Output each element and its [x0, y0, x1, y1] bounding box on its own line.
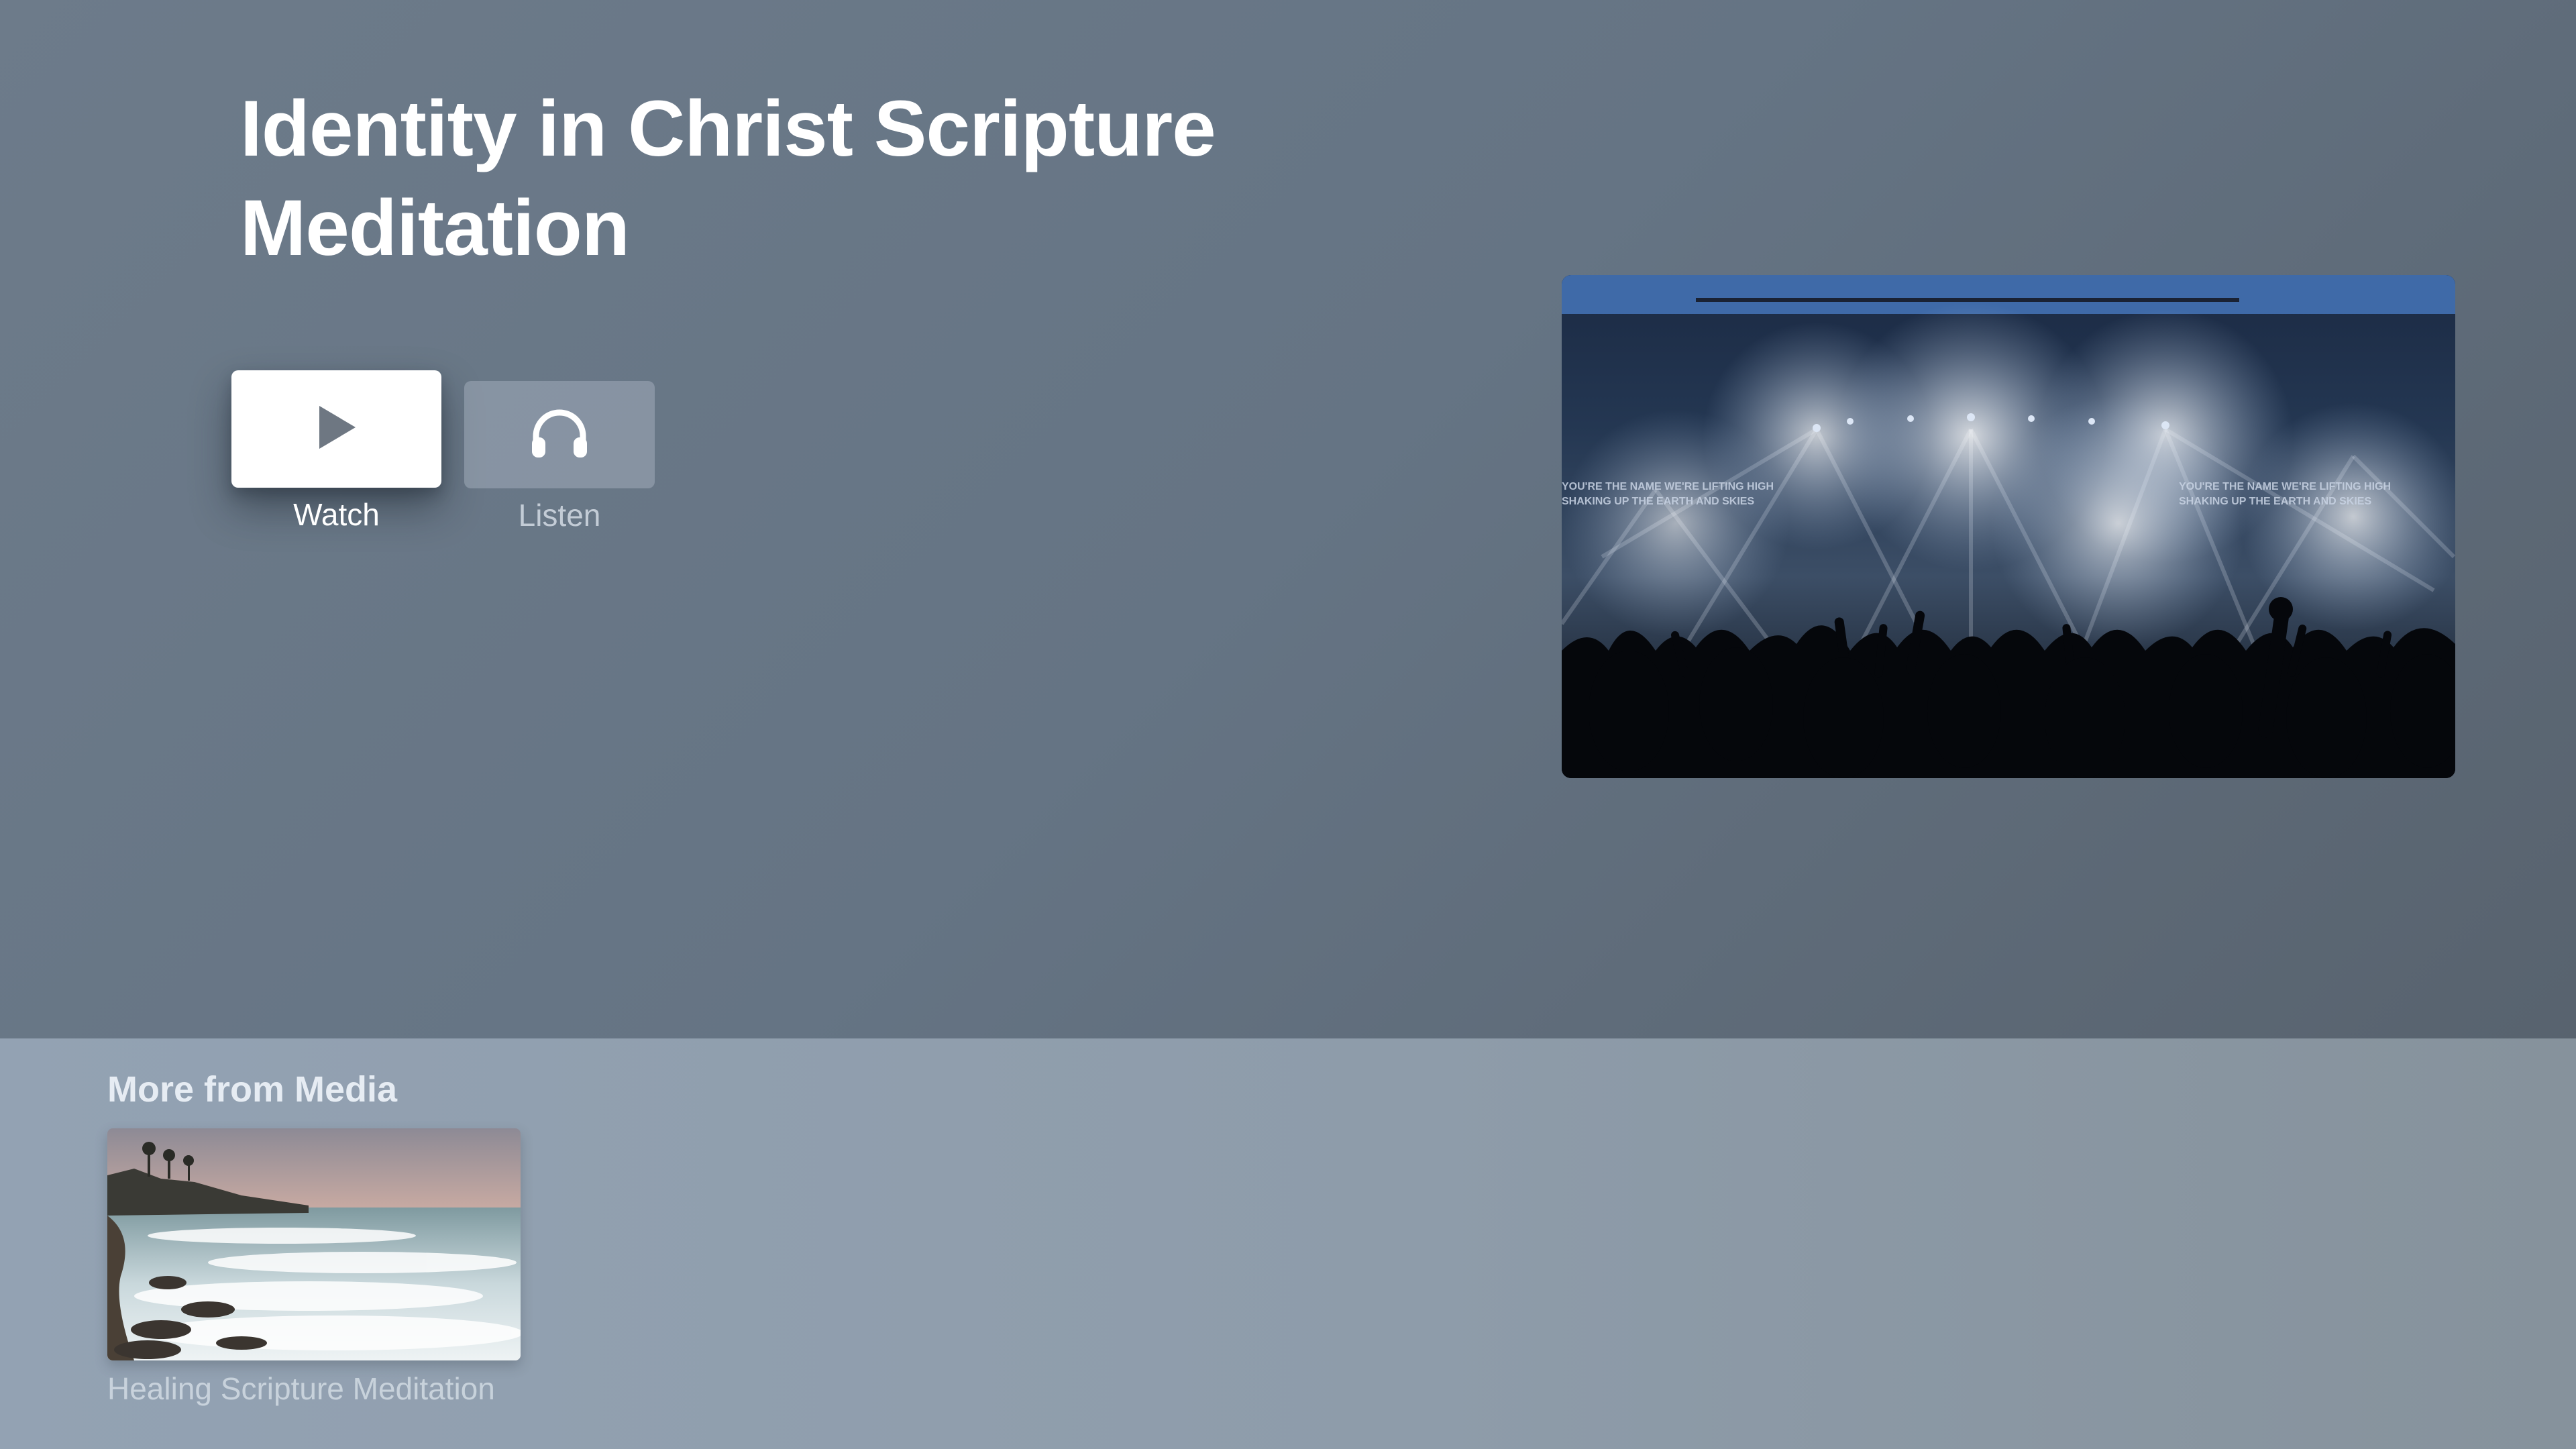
headphones-icon	[529, 407, 590, 464]
shelf-title: More from Media	[107, 1069, 398, 1110]
artwork-lyric-left-2: SHAKING UP THE EARTH AND SKIES	[1562, 496, 1754, 507]
hero-section: Identity in Christ Scripture Meditation …	[0, 0, 2576, 1038]
screen: Identity in Christ Scripture Meditation …	[0, 0, 2576, 1449]
listen-action[interactable]: Listen	[464, 381, 655, 534]
shelf-item-caption: Healing Scripture Meditation	[107, 1371, 495, 1406]
ocean-shore-image	[107, 1128, 521, 1360]
more-from-shelf: More from Media Healing Scripture Medita…	[0, 1038, 2576, 1449]
watch-button[interactable]	[231, 370, 441, 488]
listen-button[interactable]	[464, 381, 655, 488]
shelf-item[interactable]: Healing Scripture Meditation	[107, 1128, 521, 1406]
watch-label: Watch	[293, 497, 380, 532]
artwork-lyric-right-1: YOU'RE THE NAME WE'RE LIFTING HIGH	[2179, 481, 2391, 492]
concert-crowd-image: YOU'RE THE NAME WE'RE LIFTING HIGH SHAKI…	[1562, 275, 2455, 778]
play-icon	[315, 403, 358, 455]
hero-artwork: YOU'RE THE NAME WE'RE LIFTING HIGH SHAKI…	[1562, 275, 2455, 778]
page-title: Identity in Christ Scripture Meditation	[240, 85, 1216, 272]
action-buttons: Watch Listen	[231, 370, 701, 545]
artwork-lyric-left-1: YOU'RE THE NAME WE'RE LIFTING HIGH	[1562, 481, 1774, 492]
shelf-item-thumbnail[interactable]	[107, 1128, 521, 1360]
listen-label: Listen	[518, 498, 601, 533]
watch-action[interactable]: Watch	[231, 370, 441, 533]
artwork-lyric-right-2: SHAKING UP THE EARTH AND SKIES	[2179, 496, 2371, 507]
